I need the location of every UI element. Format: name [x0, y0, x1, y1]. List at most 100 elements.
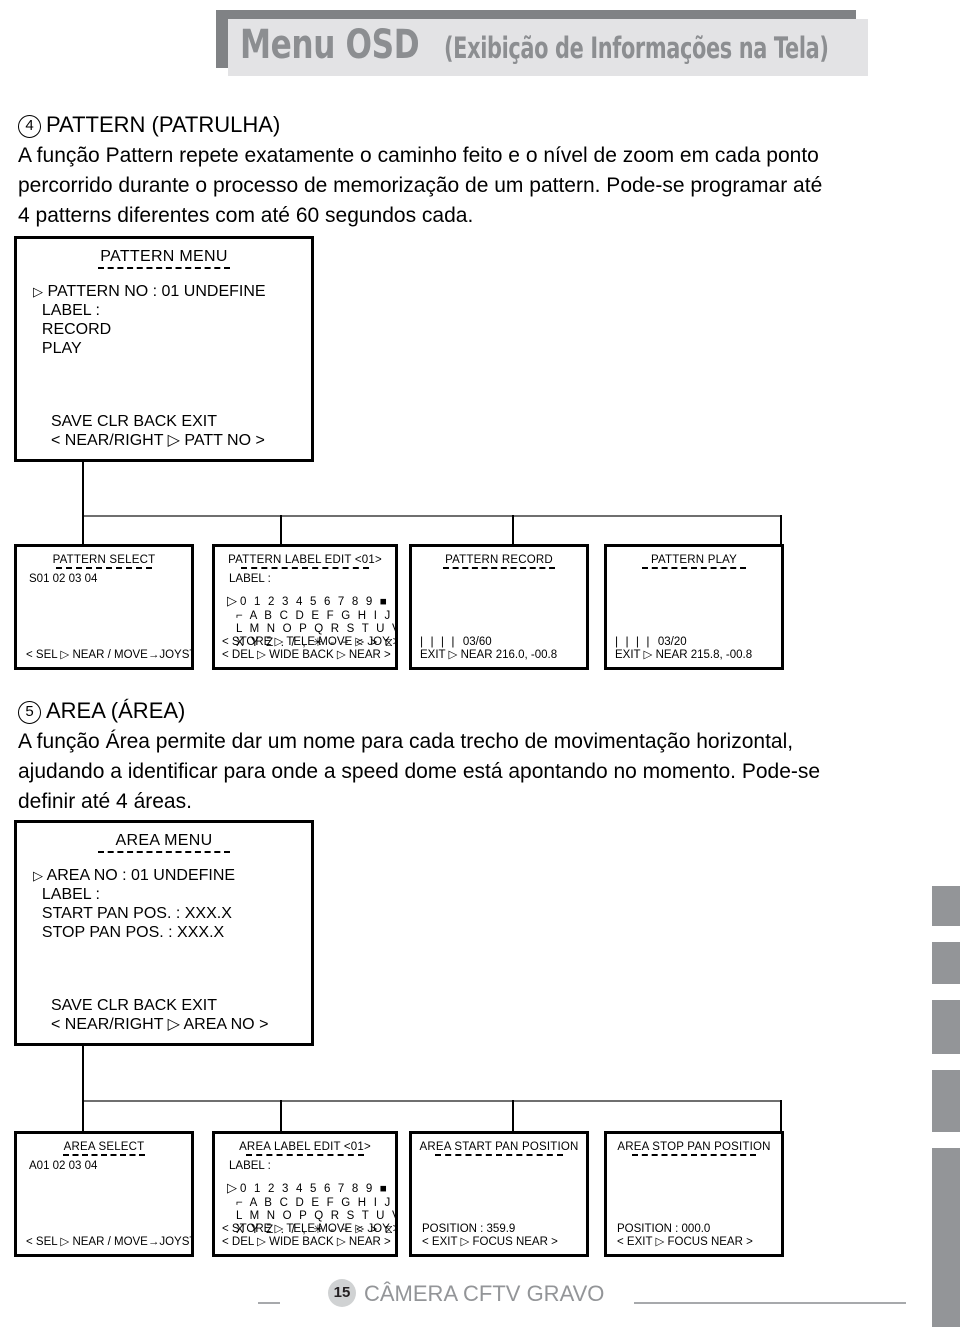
area-stop-pan-footer: POSITION : 000.0 < EXIT ▷ FOCUS NEAR > — [617, 1223, 753, 1249]
pattern-menu-actions[interactable]: SAVE CLR BACK EXIT — [51, 412, 265, 431]
cursor-icon: ▷ — [227, 1180, 237, 1195]
pattern-select-title: PATTERN SELECT — [52, 554, 156, 566]
title-underline — [98, 851, 230, 853]
page-number-badge: 15 — [328, 1279, 356, 1307]
paragraph-line: ajudando a identificar para onde a speed… — [18, 760, 821, 783]
connector-bus — [82, 515, 782, 517]
charset-row: L M N O P Q R S T U V W — [236, 623, 395, 635]
charset-row: 0 1 2 3 4 5 6 7 8 9 ■ — [240, 596, 390, 608]
paragraph-line: A função Pattern repete exatamente o cam… — [18, 144, 819, 167]
charset-row: 0 1 2 3 4 5 6 7 8 9 ■ — [240, 1183, 390, 1195]
section-area-number: 5 — [18, 701, 41, 724]
section-pattern-heading: 4 PATTERN (PATRULHA) — [18, 110, 708, 140]
edge-tab[interactable] — [932, 1000, 960, 1054]
area-select-title: AREA SELECT — [63, 1141, 145, 1153]
area-menu-row[interactable]: STOP PAN POS. : XXX.X — [33, 923, 311, 942]
play-counter: 03/20 — [657, 636, 687, 648]
section-area-heading-text: AREA (ÁREA) — [46, 698, 186, 723]
row-label: PATTERN NO : 01 UNDEFINE — [47, 283, 266, 300]
title-underline — [435, 1154, 563, 1156]
area-start-pan-footer: POSITION : 359.9 < EXIT ▷ FOCUS NEAR > — [422, 1223, 558, 1249]
connector-bus — [82, 1100, 782, 1102]
pattern-menu-rows: ▷ PATTERN NO : 01 UNDEFINE LABEL : RECOR… — [33, 282, 311, 358]
charset-row: L M N O P Q R S T U V W — [236, 1210, 395, 1222]
header-title-sub: (Exibição de Informações na Tela) — [443, 31, 829, 65]
area-menu-title: AREA MENU — [115, 832, 213, 849]
row-label: PLAY — [41, 340, 82, 357]
area-select-box: AREA SELECT A01 02 03 04 < SEL ▷ NEAR / … — [14, 1131, 194, 1257]
header-title-main: Menu OSD — [240, 22, 420, 68]
area-menu-rows: ▷ AREA NO : 01 UNDEFINE LABEL : START PA… — [33, 866, 311, 942]
row-label: AREA NO : 01 UNDEFINE — [46, 867, 236, 884]
edge-tab[interactable] — [932, 886, 960, 926]
row-label: RECORD — [41, 321, 112, 338]
cursor-icon: ▷ — [227, 593, 237, 608]
pattern-label-edit-footer: < STORE ▷ TELE MOVE ▷ JOY > < DEL ▷ WIDE… — [222, 636, 398, 662]
pattern-select-items[interactable]: S01 02 03 04 — [29, 573, 191, 586]
pattern-menu-row[interactable]: RECORD — [33, 320, 311, 339]
header-title: Menu OSD (Exibição de Informações na Tela… — [240, 22, 940, 72]
connector-drop — [82, 1100, 84, 1132]
pattern-select-box: PATTERN SELECT S01 02 03 04 < SEL ▷ NEAR… — [14, 544, 194, 670]
row-label: STOP PAN POS. : XXX.X — [41, 924, 225, 941]
title-underline — [246, 1154, 364, 1156]
pattern-menu-row[interactable]: LABEL : — [33, 301, 311, 320]
connector-drop — [512, 1100, 514, 1132]
area-menu-footer: SAVE CLR BACK EXIT < NEAR/RIGHT ▷ AREA N… — [51, 996, 268, 1034]
footer-rule-right — [634, 1302, 906, 1304]
pattern-record-footer: | | | | 03/60 EXIT ▷ NEAR 216.0, -00.8 — [420, 635, 557, 662]
charset-row: ⌐ A B C D E F G H I J K — [236, 609, 398, 622]
record-meter-icon: | | | | — [420, 634, 457, 648]
edge-tab[interactable] — [932, 1070, 960, 1132]
title-underline — [443, 567, 555, 569]
connector-drop — [512, 515, 514, 545]
title-underline — [63, 1154, 145, 1156]
label-edit-hint: < STORE ▷ TELE MOVE ▷ JOY > — [222, 636, 398, 648]
paragraph-line: A função Área permite dar um nome para c… — [18, 730, 794, 753]
pattern-menu-hint: < NEAR/RIGHT ▷ PATT NO > — [51, 432, 265, 449]
record-counter: 03/60 — [462, 636, 492, 648]
area-start-pan-box: AREA START PAN POSITION POSITION : 359.9… — [409, 1131, 589, 1257]
area-menu-box: AREA MENU ▷ AREA NO : 01 UNDEFINE LABEL … — [14, 820, 314, 1046]
charset-row: ⌐ A B C D E F G H I J K — [236, 1196, 398, 1209]
connector-vertical — [82, 462, 84, 517]
connector-drop — [780, 515, 782, 545]
area-menu-row[interactable]: ▷ AREA NO : 01 UNDEFINE — [33, 866, 311, 885]
area-select-hint: < SEL ▷ NEAR / MOVE→JOYSTICK > — [26, 1236, 191, 1248]
connector-drop — [780, 1100, 782, 1132]
pattern-record-title: PATTERN RECORD — [445, 554, 553, 566]
pattern-label-edit-box: PATTERN LABEL EDIT <01> LABEL : ▷ 0 1 2 3… — [212, 544, 398, 670]
section-area-heading: 5 AREA (ÁREA) — [18, 696, 708, 726]
paragraph-line: definir até 4 áreas. — [18, 790, 192, 813]
footer-rule-left — [258, 1302, 280, 1304]
cursor-icon: ▷ — [33, 868, 43, 883]
label-field[interactable]: LABEL : — [229, 573, 395, 586]
area-label-edit-footer: < STORE ▷ TELE MOVE ▷ JOY > < DEL ▷ WIDE… — [222, 1223, 395, 1249]
position-value: POSITION : 000.0 — [617, 1223, 711, 1235]
position-hint: < EXIT ▷ FOCUS NEAR > — [617, 1236, 753, 1248]
section-pattern: 4 PATTERN (PATRULHA) A função Pattern rep… — [18, 110, 823, 231]
title-underline — [241, 567, 369, 569]
title-underline — [98, 267, 230, 269]
pattern-select-hint: < SEL ▷ NEAR / MOVE→JOYSTICK > — [26, 649, 191, 661]
area-menu-row[interactable]: START PAN POS. : XXX.X — [33, 904, 311, 923]
pattern-play-title: PATTERN PLAY — [650, 554, 738, 566]
edge-tab[interactable] — [932, 942, 960, 984]
area-menu-actions[interactable]: SAVE CLR BACK EXIT — [51, 996, 268, 1015]
pattern-record-box: PATTERN RECORD | | | | 03/60 EXIT ▷ NEAR… — [409, 544, 589, 670]
row-label: LABEL : — [41, 886, 100, 903]
play-hint: EXIT ▷ NEAR 215.8, -00.8 — [615, 649, 753, 661]
connector-drop — [280, 1100, 282, 1132]
label-field[interactable]: LABEL : — [229, 1160, 395, 1173]
area-menu-row[interactable]: LABEL : — [33, 885, 311, 904]
paragraph-line: 4 patterns diferentes com até 60 segundo… — [18, 204, 474, 227]
connector-vertical — [82, 1046, 84, 1102]
paragraph-line: percorrido durante o processo de memoriz… — [18, 174, 823, 197]
area-menu-hint: < NEAR/RIGHT ▷ AREA NO > — [51, 1016, 269, 1033]
pattern-menu-title: PATTERN MENU — [100, 248, 228, 265]
pattern-menu-row[interactable]: PLAY — [33, 339, 311, 358]
title-underline — [632, 1154, 756, 1156]
area-select-items[interactable]: A01 02 03 04 — [29, 1160, 191, 1173]
pattern-menu-row[interactable]: ▷ PATTERN NO : 01 UNDEFINE — [33, 282, 311, 301]
section-pattern-paragraph: A função Pattern repete exatamente o cam… — [18, 141, 823, 231]
